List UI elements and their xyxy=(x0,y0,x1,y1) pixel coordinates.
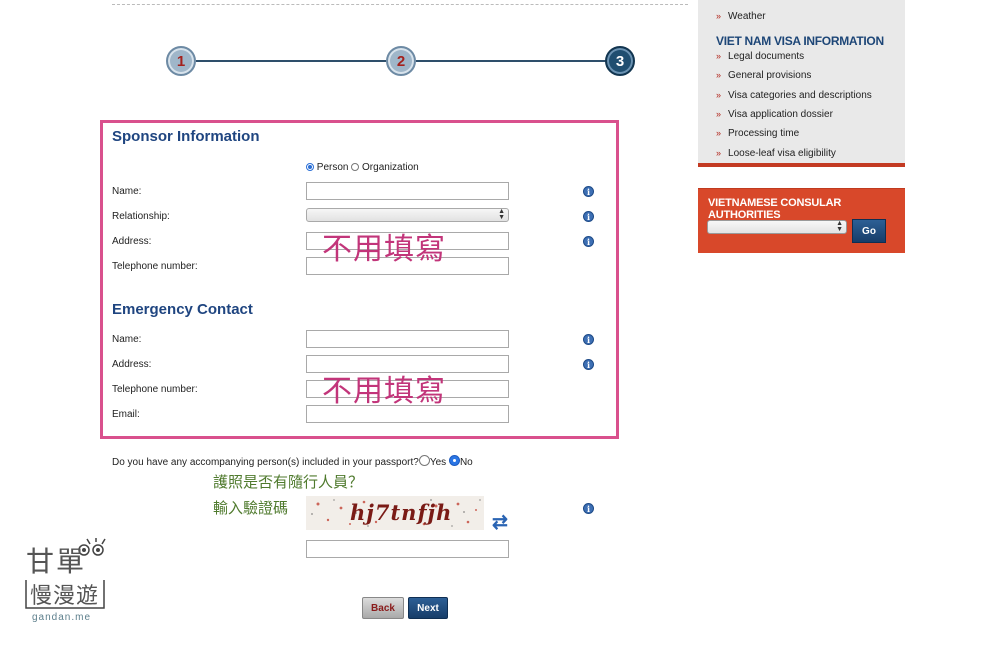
consular-panel: VIETNAMESE CONSULAR AUTHORITIES ▲ ▼ Go xyxy=(698,188,905,253)
step-1-indicator: 1 xyxy=(166,46,196,76)
refresh-captcha-icon[interactable]: ⇄ xyxy=(492,511,508,534)
chevron-right-icon: » xyxy=(716,11,722,21)
consular-title: VIETNAMESE CONSULAR AUTHORITIES xyxy=(708,197,842,221)
logo-line2: 慢漫遊 xyxy=(30,584,100,609)
radio-no-label: No xyxy=(459,457,473,468)
captcha-text: hj7tnfjh xyxy=(350,500,453,525)
sidebar-item-categories[interactable]: » Visa categories and descriptions xyxy=(716,90,872,101)
sponsor-relationship-label: Relationship: xyxy=(112,211,170,222)
radio-yes[interactable] xyxy=(418,455,430,466)
emergency-name-label: Name: xyxy=(112,334,142,345)
next-button[interactable]: Next xyxy=(408,597,448,619)
sponsor-type-group: Person Organization xyxy=(306,162,419,173)
sponsor-phone-label: Telephone number: xyxy=(112,261,198,272)
step-connector xyxy=(416,60,606,62)
sidebar-item-label: Visa categories and descriptions xyxy=(728,90,872,101)
info-icon[interactable]: i xyxy=(583,186,594,197)
chevron-right-icon: » xyxy=(716,128,722,138)
sidebar-item-label: Loose-leaf visa eligibility xyxy=(728,148,836,159)
gandan-logo: 甘單 慢漫遊 gandan.me xyxy=(24,538,106,623)
sponsor-address-label: Address: xyxy=(112,236,152,247)
step-3-indicator: 3 xyxy=(605,46,635,76)
sidebar-divider xyxy=(698,163,905,167)
logo-site: gandan.me xyxy=(32,612,92,623)
sidebar-item-label: Weather xyxy=(728,11,766,22)
info-icon[interactable]: i xyxy=(583,334,594,345)
emergency-address-label: Address: xyxy=(112,359,152,370)
chevron-right-icon: » xyxy=(716,109,722,119)
chevron-right-icon: » xyxy=(716,148,722,158)
radio-person[interactable] xyxy=(306,163,314,171)
info-icon[interactable]: i xyxy=(583,359,594,370)
radio-yes-label: Yes xyxy=(429,457,447,468)
step-connector xyxy=(196,60,386,62)
emergency-phone-label: Telephone number: xyxy=(112,384,198,395)
select-arrows-icon: ▲ ▼ xyxy=(498,208,505,221)
select-arrows-icon: ▲ ▼ xyxy=(836,220,843,233)
accompany-question: Do you have any accompanying person(s) i… xyxy=(112,457,419,468)
sidebar-item-label: General provisions xyxy=(728,70,812,81)
info-icon[interactable]: i xyxy=(583,503,594,514)
captcha-input[interactable] xyxy=(306,540,509,558)
sponsor-section-title: Sponsor Information xyxy=(112,128,260,145)
radio-organization-label: Organization xyxy=(362,162,419,173)
info-icon[interactable]: i xyxy=(583,211,594,222)
sidebar-item-loose-leaf[interactable]: » Loose-leaf visa eligibility xyxy=(716,148,836,159)
emergency-email-label: Email: xyxy=(112,409,140,420)
sidebar-item-label: Processing time xyxy=(728,128,800,139)
sidebar-item-dossier[interactable]: » Visa application dossier xyxy=(716,109,833,120)
chevron-right-icon: » xyxy=(716,70,722,80)
emergency-section-title: Emergency Contact xyxy=(112,301,253,318)
chevron-right-icon: » xyxy=(716,51,722,61)
sidebar-info-panel xyxy=(698,0,905,164)
sponsor-name-input[interactable] xyxy=(306,182,509,200)
annotation-passport-question: 護照是否有隨行人員？ xyxy=(213,473,364,491)
radio-no[interactable] xyxy=(448,455,460,466)
consular-select[interactable]: ▲ ▼ xyxy=(707,220,847,234)
logo-line1: 甘單 xyxy=(26,545,87,578)
radio-person-label: Person xyxy=(316,162,349,173)
sidebar-item-label: Visa application dossier xyxy=(728,109,833,120)
sidebar-item-processing[interactable]: » Processing time xyxy=(716,128,799,139)
sidebar-item-label: Legal documents xyxy=(728,51,805,62)
annotation-captcha-hint: 輸入驗證碼 xyxy=(213,499,289,517)
chevron-right-icon: » xyxy=(716,90,722,100)
sidebar-item-general[interactable]: » General provisions xyxy=(716,70,811,81)
info-icon[interactable]: i xyxy=(583,236,594,247)
annotation-no-fill-emergency: 不用填寫 xyxy=(322,374,446,409)
sidebar-heading: VIET NAM VISA INFORMATION xyxy=(716,34,884,48)
go-button[interactable]: Go xyxy=(852,219,886,243)
step-2-indicator: 2 xyxy=(386,46,416,76)
annotation-no-fill-sponsor: 不用填寫 xyxy=(322,232,446,267)
sponsor-name-label: Name: xyxy=(112,186,142,197)
captcha-image: hj7tnfjh xyxy=(306,496,484,530)
back-button[interactable]: Back xyxy=(362,597,404,619)
emergency-name-input[interactable] xyxy=(306,330,509,348)
radio-organization[interactable] xyxy=(351,163,360,171)
top-divider xyxy=(112,4,688,5)
accompany-row: Do you have any accompanying person(s) i… xyxy=(112,455,473,468)
sponsor-relationship-select[interactable]: ▲ ▼ xyxy=(306,208,509,222)
sidebar-item-legal[interactable]: » Legal documents xyxy=(716,51,804,62)
sidebar-item-weather[interactable]: » Weather xyxy=(716,11,766,22)
